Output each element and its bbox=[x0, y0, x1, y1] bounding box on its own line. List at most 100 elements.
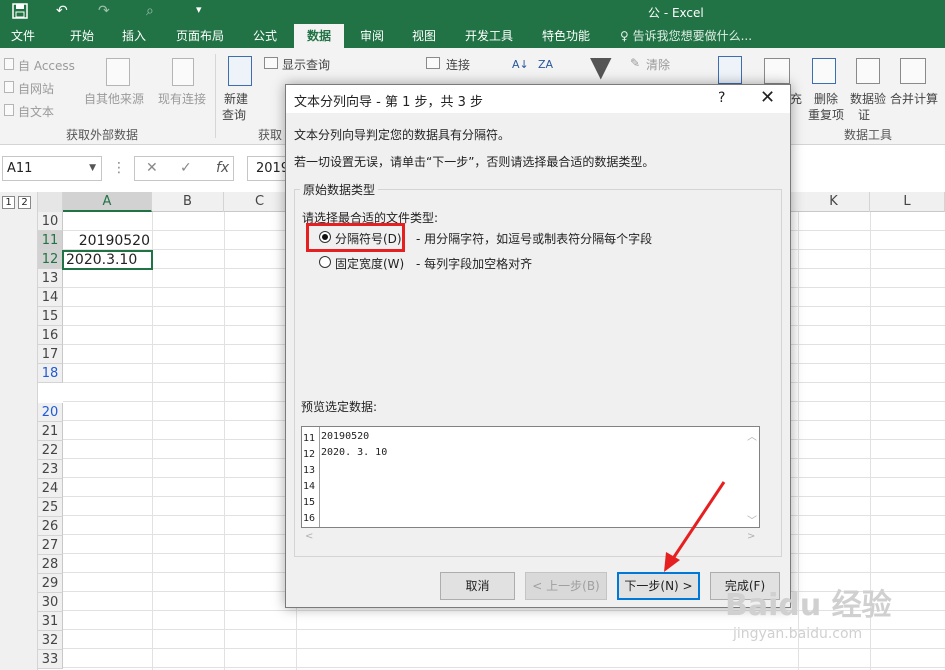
select-all-corner[interactable] bbox=[38, 192, 63, 212]
tab-formulas[interactable]: 公式 bbox=[242, 24, 288, 48]
ribbon-tabs: 文件 开始 插入 页面布局 公式 数据 审阅 视图 开发工具 特色功能 ♀ 告诉… bbox=[0, 24, 945, 48]
row-header[interactable]: 26 bbox=[38, 517, 63, 536]
from-access-button[interactable]: 自 Access bbox=[18, 57, 75, 74]
sort-icon[interactable]: ZA bbox=[538, 58, 553, 71]
redo-icon[interactable]: ↷ bbox=[98, 3, 110, 19]
remove-duplicates-button[interactable]: 删除 bbox=[814, 90, 838, 107]
row-header[interactable]: 27 bbox=[38, 536, 63, 555]
data-validation-button-line2: 证 bbox=[858, 108, 871, 122]
scroll-left-icon[interactable]: < bbox=[305, 531, 313, 542]
column-header-b[interactable]: B bbox=[152, 192, 224, 212]
outline-level-1-button[interactable]: 1 bbox=[2, 196, 15, 209]
filter-icon[interactable]: ▼ bbox=[590, 50, 612, 83]
row-header[interactable]: 30 bbox=[38, 593, 63, 612]
outline-level-2-button[interactable]: 2 bbox=[18, 196, 31, 209]
tab-file[interactable]: 文件 bbox=[0, 24, 46, 48]
text-to-columns-dialog: 文本分列向导 - 第 1 步，共 3 步 ? ✕ 文本分列向导判定您的数据具有分… bbox=[285, 84, 791, 608]
new-query-button[interactable]: 新建 bbox=[224, 90, 248, 107]
row-header[interactable]: 33 bbox=[38, 650, 63, 669]
tab-special[interactable]: 特色功能 bbox=[532, 24, 600, 48]
row-header[interactable]: 21 bbox=[38, 422, 63, 441]
help-icon[interactable]: ? bbox=[718, 90, 725, 106]
row-header[interactable]: 24 bbox=[38, 479, 63, 498]
tab-page-layout[interactable]: 页面布局 bbox=[168, 24, 232, 48]
row-header[interactable]: 23 bbox=[38, 460, 63, 479]
row-header[interactable]: 11 bbox=[38, 231, 63, 250]
insert-function-icon[interactable]: fx bbox=[216, 160, 229, 176]
from-web-button[interactable]: 自网站 bbox=[18, 80, 54, 97]
tab-insert[interactable]: 插入 bbox=[110, 24, 158, 48]
next-button[interactable]: 下一步(N) > bbox=[617, 572, 700, 600]
outline-bar: 1 2 bbox=[0, 192, 38, 670]
cell-a11[interactable]: 20190520 bbox=[66, 232, 150, 251]
tab-home[interactable]: 开始 bbox=[58, 24, 106, 48]
chevron-down-icon[interactable]: ▼ bbox=[89, 157, 96, 180]
scroll-up-icon[interactable]: ︿ bbox=[747, 428, 757, 443]
cancel-icon[interactable]: ✕ bbox=[146, 160, 158, 176]
tell-me-search[interactable]: ♀ 告诉我您想要做什么... bbox=[620, 24, 752, 48]
tab-data[interactable]: 数据 bbox=[294, 24, 344, 48]
dialog-title-bar[interactable]: 文本分列向导 - 第 1 步，共 3 步 ? ✕ bbox=[286, 85, 790, 113]
row-header[interactable]: 15 bbox=[38, 307, 63, 326]
column-header-a[interactable]: A bbox=[63, 192, 152, 212]
from-text-button[interactable]: 自文本 bbox=[18, 103, 54, 120]
show-queries-button[interactable]: 显示查询 bbox=[282, 56, 330, 73]
row-header[interactable]: 22 bbox=[38, 441, 63, 460]
tab-developer[interactable]: 开发工具 bbox=[456, 24, 522, 48]
row-header[interactable]: 31 bbox=[38, 612, 63, 631]
preview-horizontal-scrollbar[interactable]: < > bbox=[301, 529, 760, 545]
preview-row-text: 2020. 3. 10 bbox=[321, 447, 388, 458]
row-header[interactable]: 14 bbox=[38, 288, 63, 307]
row-header[interactable]: 12 bbox=[38, 250, 63, 269]
scroll-right-icon[interactable]: > bbox=[747, 531, 755, 542]
connections-icon bbox=[426, 57, 440, 69]
name-box[interactable]: A11 ▼ bbox=[2, 156, 102, 181]
fixed-width-label[interactable]: 固定宽度(W) bbox=[335, 255, 404, 272]
remove-duplicates-button-line2: 重复项 bbox=[808, 108, 845, 122]
enter-icon[interactable]: ✓ bbox=[180, 160, 192, 176]
grid-line bbox=[224, 212, 225, 670]
row-header[interactable]: 13 bbox=[38, 269, 63, 288]
data-validation-button[interactable]: 数据验 bbox=[850, 90, 886, 107]
column-header-k[interactable]: K bbox=[798, 192, 870, 212]
clear-filter-icon: ✎ bbox=[630, 56, 641, 70]
flash-fill-button[interactable]: 充 bbox=[790, 90, 802, 107]
preview-vertical-scrollbar[interactable]: ︿ ﹀ bbox=[743, 426, 760, 528]
row-header[interactable]: 32 bbox=[38, 631, 63, 650]
cancel-button[interactable]: 取消 bbox=[440, 572, 515, 600]
row-header[interactable]: 25 bbox=[38, 498, 63, 517]
column-header-l[interactable]: L bbox=[870, 192, 945, 212]
delimited-radio[interactable] bbox=[319, 231, 331, 243]
undo-icon[interactable]: ↶ bbox=[56, 3, 68, 19]
row-header[interactable]: 28 bbox=[38, 555, 63, 574]
row-header[interactable]: 16 bbox=[38, 326, 63, 345]
fixed-width-radio[interactable] bbox=[319, 256, 331, 268]
from-other-sources-button[interactable]: 自其他来源 bbox=[84, 90, 144, 107]
connections-button[interactable]: 连接 bbox=[446, 56, 470, 73]
format-painter-icon[interactable]: ⌕ bbox=[146, 3, 154, 19]
row-header[interactable]: 29 bbox=[38, 574, 63, 593]
tab-view[interactable]: 视图 bbox=[402, 24, 446, 48]
row-header[interactable]: 10 bbox=[38, 212, 63, 231]
save-icon[interactable] bbox=[12, 3, 28, 23]
close-icon[interactable]: ✕ bbox=[760, 87, 775, 108]
preview-label: 预览选定数据: bbox=[301, 400, 378, 414]
tab-review[interactable]: 审阅 bbox=[350, 24, 394, 48]
consolidate-button[interactable]: 合并计算 bbox=[890, 90, 938, 107]
group-label-external: 获取外部数据 bbox=[66, 128, 139, 142]
existing-connections-button[interactable]: 现有连接 bbox=[158, 90, 206, 107]
row-header[interactable]: 20 bbox=[38, 403, 63, 422]
intro-text-1: 文本分列向导判定您的数据具有分隔符。 bbox=[294, 128, 511, 142]
scroll-down-icon[interactable]: ﹀ bbox=[747, 512, 757, 527]
row-header[interactable]: 18 bbox=[38, 364, 63, 383]
clear-filter-button[interactable]: 清除 bbox=[646, 56, 670, 73]
sort-az-icon[interactable]: A↓ bbox=[512, 58, 529, 71]
title-bar: ↶ ↷ ⌕ ▾ 公 - Excel bbox=[0, 0, 945, 24]
customize-qat-icon[interactable]: ▾ bbox=[196, 3, 202, 16]
preview-pane[interactable]: 11 20190520 12 2020. 3. 10 13 14 15 16 bbox=[301, 426, 760, 528]
dialog-title: 文本分列向导 - 第 1 步，共 3 步 bbox=[294, 95, 484, 110]
row-header[interactable]: 17 bbox=[38, 345, 63, 364]
delimited-label[interactable]: 分隔符号(D) bbox=[335, 230, 402, 247]
back-button[interactable]: < 上一步(B) bbox=[525, 572, 607, 600]
access-icon bbox=[4, 58, 14, 70]
